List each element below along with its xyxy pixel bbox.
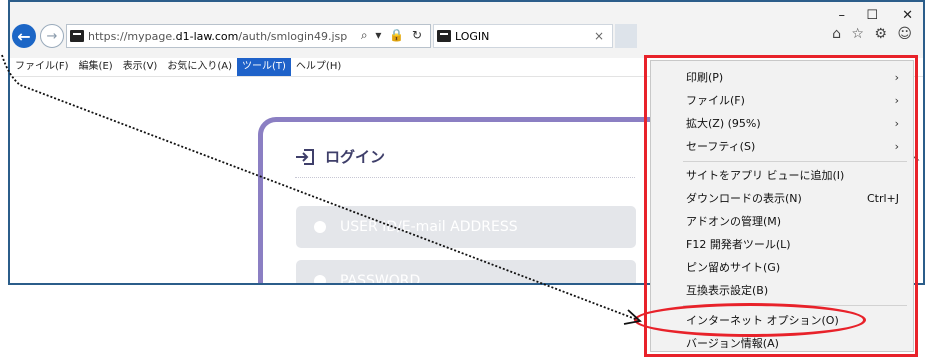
- annotation-arrow: [1, 54, 642, 325]
